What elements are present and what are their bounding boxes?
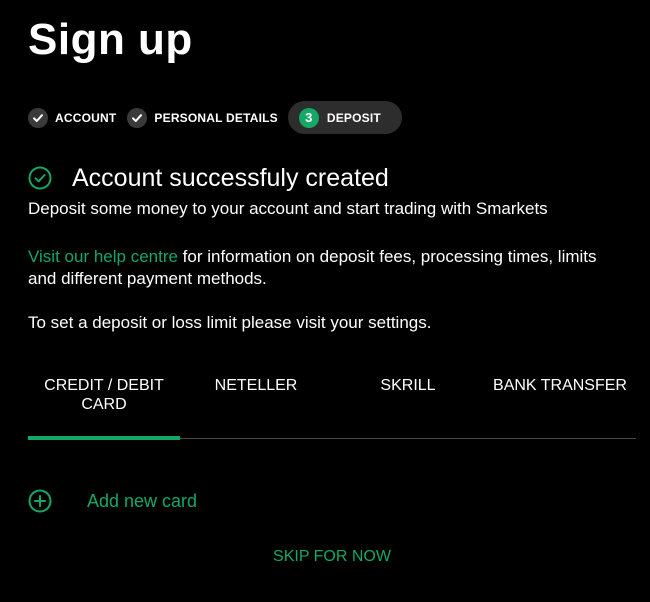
plus-circle-icon (28, 489, 52, 513)
success-message: Account successfuly created (28, 164, 389, 192)
limits-paragraph: To set a deposit or loss limit please vi… (28, 313, 432, 332)
step-label: ACCOUNT (55, 110, 117, 125)
step-personal-details: PERSONAL DETAILS (127, 107, 278, 128)
success-heading: Account successfuly created (72, 164, 389, 192)
tab-bank-transfer[interactable]: BANK TRANSFER (484, 376, 636, 438)
payment-method-tabs: CREDIT / DEBIT CARD NETELLER SKRILL BANK… (28, 376, 636, 440)
check-icon (127, 107, 148, 128)
step-account: ACCOUNT (28, 107, 117, 128)
tab-neteller[interactable]: NETELLER (180, 376, 332, 438)
signup-stepper: ACCOUNT PERSONAL DETAILS 3 DEPOSIT (28, 101, 413, 134)
step-label: PERSONAL DETAILS (154, 110, 278, 125)
skip-for-now-button[interactable]: SKIP FOR NOW (28, 548, 636, 566)
tab-credit-debit-card[interactable]: CREDIT / DEBIT CARD (28, 376, 180, 440)
add-new-card-button[interactable]: Add new card (28, 488, 197, 514)
step-deposit: 3 DEPOSIT (287, 101, 402, 134)
check-circle-icon (28, 166, 52, 190)
help-centre-link[interactable]: Visit our help centre (28, 247, 178, 266)
help-paragraph: Visit our help centre for information on… (28, 246, 628, 290)
step-number: 3 (298, 107, 319, 128)
deposit-prompt: Deposit some money to your account and s… (28, 199, 548, 218)
check-icon (28, 107, 48, 128)
tab-skrill[interactable]: SKRILL (332, 376, 484, 438)
step-label: DEPOSIT (326, 110, 381, 125)
page-title: Sign up (28, 15, 193, 64)
add-new-card-label: Add new card (87, 490, 198, 511)
